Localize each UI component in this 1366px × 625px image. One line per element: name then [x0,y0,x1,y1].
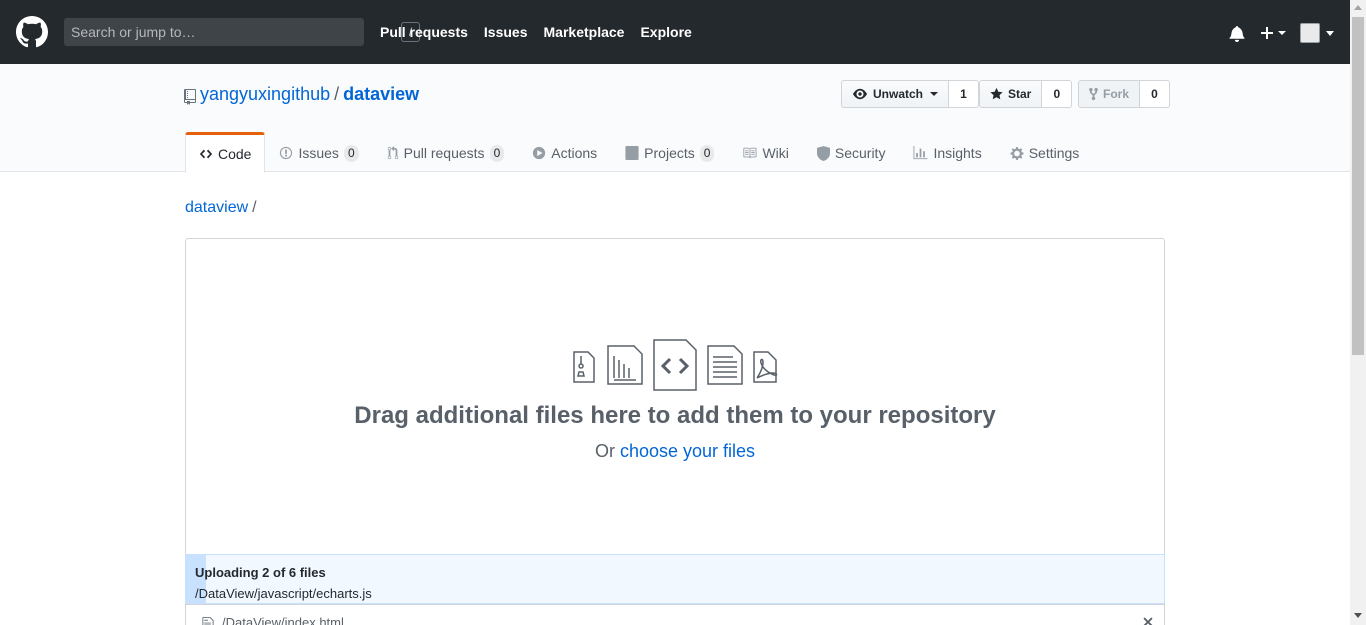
breadcrumb: dataview / [185,198,257,218]
unwatch-label: Unwatch [873,87,924,101]
close-icon[interactable] [1141,615,1155,625]
stargazers-count[interactable]: 0 [1042,80,1073,108]
tab-insights[interactable]: Insights [899,132,995,172]
tab-projects[interactable]: Projects 0 [611,132,728,172]
plus-icon [1261,27,1273,39]
tab-issues[interactable]: Issues 0 [265,132,372,172]
search-input[interactable] [64,18,334,46]
create-new-menu[interactable] [1259,24,1287,42]
issue-opened-icon [280,146,293,160]
user-menu[interactable] [1300,23,1336,43]
code-icon [199,149,213,158]
repo-nav-tabs: Code Issues 0 Pull requests 0 Actions Pr… [185,132,1094,173]
upload-progress: Uploading 2 of 6 files /DataView/javascr… [185,554,1165,604]
scroll-down-arrow-icon[interactable] [1354,613,1362,618]
star-label: Star [1008,87,1032,101]
repo-forked-icon [1089,87,1098,101]
project-icon [625,146,639,160]
tab-wiki[interactable]: Wiki [728,132,802,172]
forks-count[interactable]: 0 [1140,80,1171,108]
tab-label: Security [834,145,886,161]
choose-files-link[interactable]: choose your files [620,441,755,461]
unwatch-button[interactable]: Unwatch [841,80,950,108]
shield-icon [816,145,830,161]
repo-name-link[interactable]: dataview [343,84,419,104]
file-drop-zone[interactable] [185,238,1165,555]
fork-label: Fork [1103,87,1130,101]
tab-label: Wiki [762,145,789,161]
tab-label: Settings [1028,145,1080,161]
upload-status-text: Uploading 2 of 6 files [195,565,326,580]
file-pdf-icon [753,351,778,383]
graph-icon [913,146,928,160]
file-text-icon [707,345,743,385]
star-icon [990,87,1003,100]
repo-icon [184,89,196,105]
tab-pull-requests[interactable]: Pull requests 0 [373,132,519,172]
tab-label: Issues [298,145,339,161]
watch-group: Unwatch 1 [841,80,980,108]
tab-label: Actions [551,145,598,161]
watchers-count[interactable]: 1 [949,80,980,108]
tab-code[interactable]: Code [185,132,266,173]
repo-owner-link[interactable]: yangyuxingithub [200,84,330,104]
tab-label: Insights [933,145,982,161]
file-icon [202,616,214,625]
repo-path-separator: / [334,84,340,104]
github-logo-icon[interactable] [16,16,48,48]
chevron-down-icon [930,92,939,96]
global-header: / Pull requests Issues Marketplace Explo… [0,0,1350,64]
file-zip-icon [573,351,595,383]
issues-counter: 0 [343,144,359,162]
file-code-icon [653,339,697,391]
tab-label: Code [218,145,252,162]
file-type-illustration [573,339,778,391]
book-icon [743,147,757,159]
nav-pull-requests[interactable]: Pull requests [380,24,468,40]
global-nav: Pull requests Issues Marketplace Explore [380,0,708,64]
gear-icon [1010,146,1024,160]
nav-issues[interactable]: Issues [484,24,528,40]
scrollbar-thumb[interactable] [1352,17,1364,355]
tab-label: Pull requests [403,145,485,161]
play-icon [533,146,546,160]
pull-requests-counter: 0 [489,144,505,162]
or-label: Or [594,441,615,461]
breadcrumb-root-link[interactable]: dataview [185,199,248,216]
projects-counter: 0 [699,144,715,162]
tab-settings[interactable]: Settings [996,132,1094,172]
scroll-up-arrow-icon[interactable] [1354,5,1362,10]
file-media-icon [607,345,643,385]
git-pull-request-icon [387,146,398,160]
chevron-down-icon [1278,31,1286,35]
nav-explore[interactable]: Explore [640,24,691,40]
notifications-bell-icon[interactable] [1229,25,1245,42]
fork-group: Fork 0 [1078,80,1171,108]
star-group: Star 0 [979,80,1073,108]
eye-icon [853,88,867,100]
avatar [1300,23,1320,43]
breadcrumb-separator: / [252,199,257,216]
dropzone-title: Drag additional files here to add them t… [354,402,996,429]
fork-button[interactable]: Fork [1078,80,1141,108]
uploaded-file-name: /DataView/index.html [222,615,344,625]
page-scrollbar[interactable] [1350,0,1366,625]
repo-title: yangyuxingithub / dataview [200,83,419,105]
upload-current-file: /DataView/javascript/echarts.js [195,586,372,601]
search-box: / [64,18,420,46]
chevron-down-icon [1326,31,1334,36]
tab-actions[interactable]: Actions [518,132,611,172]
uploaded-file-row: /DataView/index.html [185,604,1165,625]
star-button[interactable]: Star [979,80,1043,108]
dropzone-subtitle: Or choose your files [185,440,1165,462]
tab-label: Projects [644,145,695,161]
nav-marketplace[interactable]: Marketplace [544,24,625,40]
tab-security[interactable]: Security [803,132,900,172]
